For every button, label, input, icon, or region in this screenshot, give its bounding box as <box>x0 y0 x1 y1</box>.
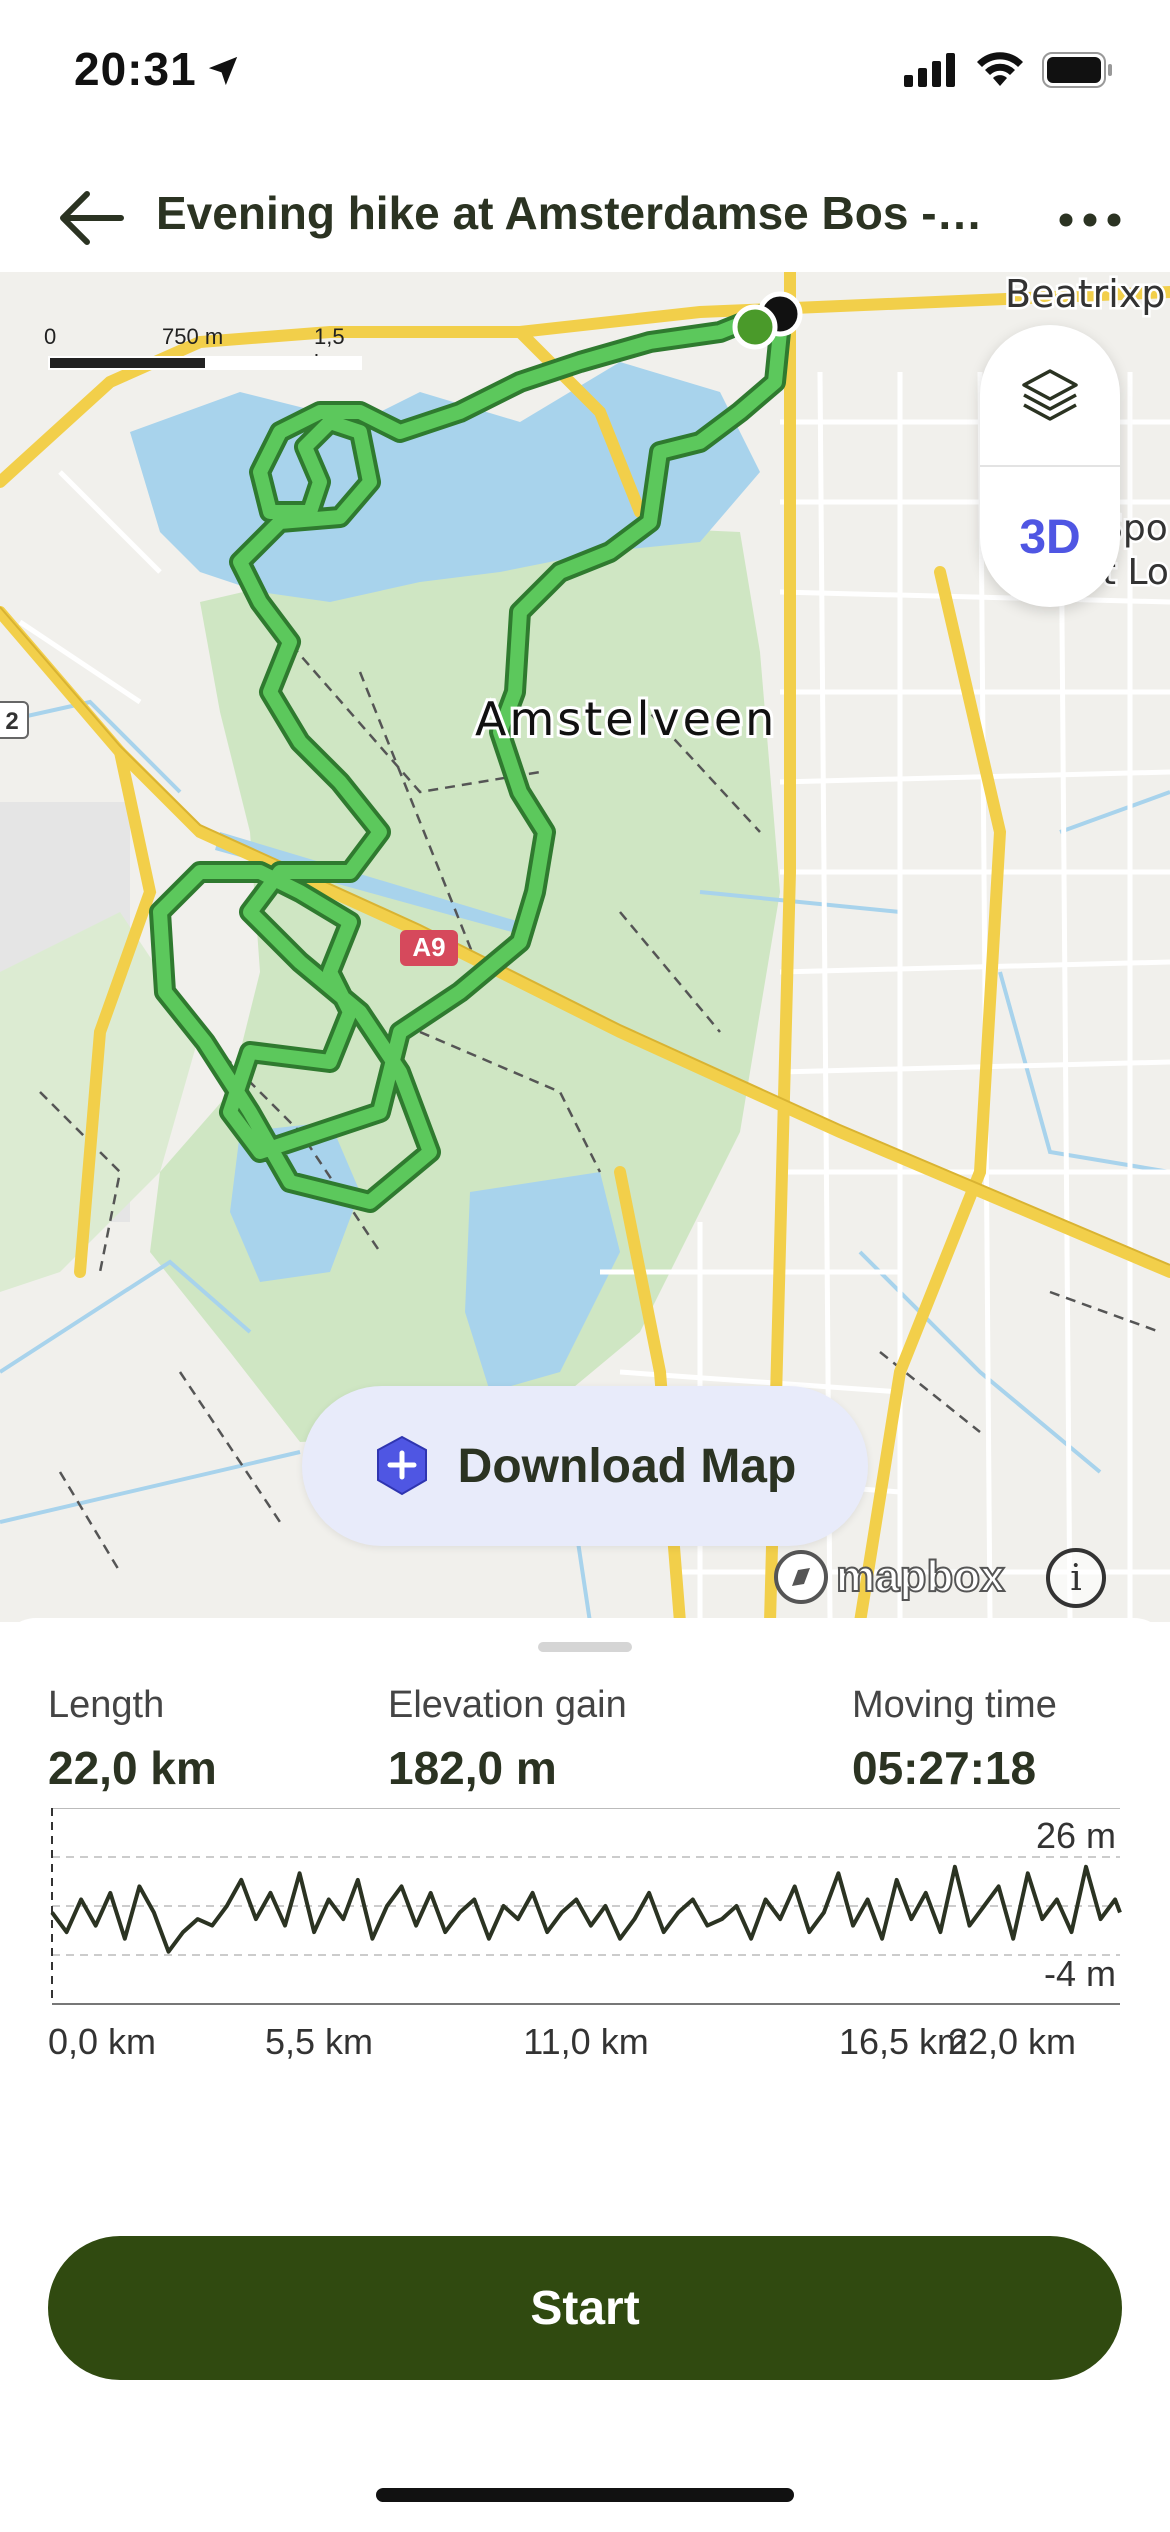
scale-label-0: 0 <box>44 324 57 349</box>
chart-y-tick-label: -4 m <box>1044 1953 1116 1994</box>
elevation-chart[interactable]: 26 m-4 m 0,0 km 5,5 km 11,0 km 16,5 km22,0 … <box>0 1808 1170 2148</box>
battery-icon <box>1042 52 1112 88</box>
stat-length: Length 22,0 km <box>48 1684 217 1795</box>
road-shield-label: A9 <box>412 932 445 962</box>
status-time: 20:31 <box>74 43 197 95</box>
chart-y-tick-label: 26 m <box>1036 1815 1116 1856</box>
road-shield-a9: A9 <box>400 930 458 966</box>
3d-toggle-button[interactable]: 3D <box>980 467 1120 607</box>
scale-label-1: 750 m <box>162 324 224 349</box>
road-shield-left-label: 2 <box>5 708 18 735</box>
stat-length-label: Length <box>48 1684 165 1726</box>
chart-x-tick-label: 0,0 km <box>48 2021 156 2062</box>
download-map-button[interactable]: Download Map <box>302 1386 868 1546</box>
chart-x-tick-label: 5,5 km <box>265 2021 373 2062</box>
road-shield-left: 2 <box>0 701 29 739</box>
place-label-city: Amstelveen <box>475 692 777 746</box>
home-indicator <box>376 2488 794 2502</box>
layers-button[interactable] <box>980 325 1120 465</box>
stat-moving-time: Moving time 05:27:18 <box>852 1684 1057 1795</box>
header: Evening hike at Amsterdamse Bos -… <box>0 160 1170 270</box>
stat-moving-time-value: 05:27:18 <box>852 1742 1037 1794</box>
chart-x-labels: 0,0 km 5,5 km 11,0 km 16,5 km22,0 km <box>48 2021 1076 2062</box>
back-button[interactable] <box>52 178 132 258</box>
map-controls: 3D <box>980 325 1120 607</box>
route-start-marker[interactable] <box>732 304 778 350</box>
sheet-drag-handle[interactable] <box>538 1642 632 1652</box>
stat-elevation-label: Elevation gain <box>388 1684 627 1726</box>
map-scale-bar: 0 750 m 1,5 km <box>44 324 364 375</box>
elevation-series-line <box>50 1864 1122 1954</box>
stat-moving-time-label: Moving time <box>852 1684 1057 1726</box>
info-glyph: i <box>1070 1557 1082 1599</box>
wifi-icon <box>977 52 1023 86</box>
shield-plus-icon <box>376 1435 427 1496</box>
mapbox-logo[interactable]: mapbox <box>772 1548 1006 1606</box>
stat-length-value: 22,0 km <box>48 1742 217 1794</box>
scale-bar-segment <box>50 358 205 368</box>
more-options-button[interactable] <box>1050 190 1130 250</box>
status-icons <box>904 52 1114 88</box>
location-arrow-icon <box>208 56 238 86</box>
scale-bar <box>48 356 362 370</box>
more-horizontal-icon <box>1059 213 1121 227</box>
layers-icon <box>1022 369 1078 421</box>
info-icon[interactable]: i <box>1046 1548 1106 1608</box>
arrow-left-icon <box>60 191 124 245</box>
cellular-signal-icon <box>904 53 955 87</box>
chart-x-tick-label: 22,0 km <box>948 2021 1076 2062</box>
stat-elevation-gain: Elevation gain 182,0 m <box>388 1684 627 1795</box>
page-title: Evening hike at Amsterdamse Bos -… <box>156 187 983 239</box>
chart-x-tick-label: 11,0 km <box>523 2021 648 2062</box>
start-button[interactable]: Start <box>48 2236 1122 2380</box>
status-bar: 20:31 <box>0 0 1170 150</box>
place-label-top-right: Beatrixp <box>1005 272 1165 316</box>
start-button-label: Start <box>530 2281 640 2335</box>
download-map-label: Download Map <box>457 1439 797 1493</box>
mapbox-logo-text: mapbox <box>835 1551 1006 1602</box>
bottom-sheet: Length 22,0 km Elevation gain 182,0 m Mo… <box>0 1618 1170 2532</box>
mapbox-icon <box>774 1550 828 1604</box>
chart-grid <box>51 1808 1120 2005</box>
stat-elevation-value: 182,0 m <box>388 1742 557 1794</box>
